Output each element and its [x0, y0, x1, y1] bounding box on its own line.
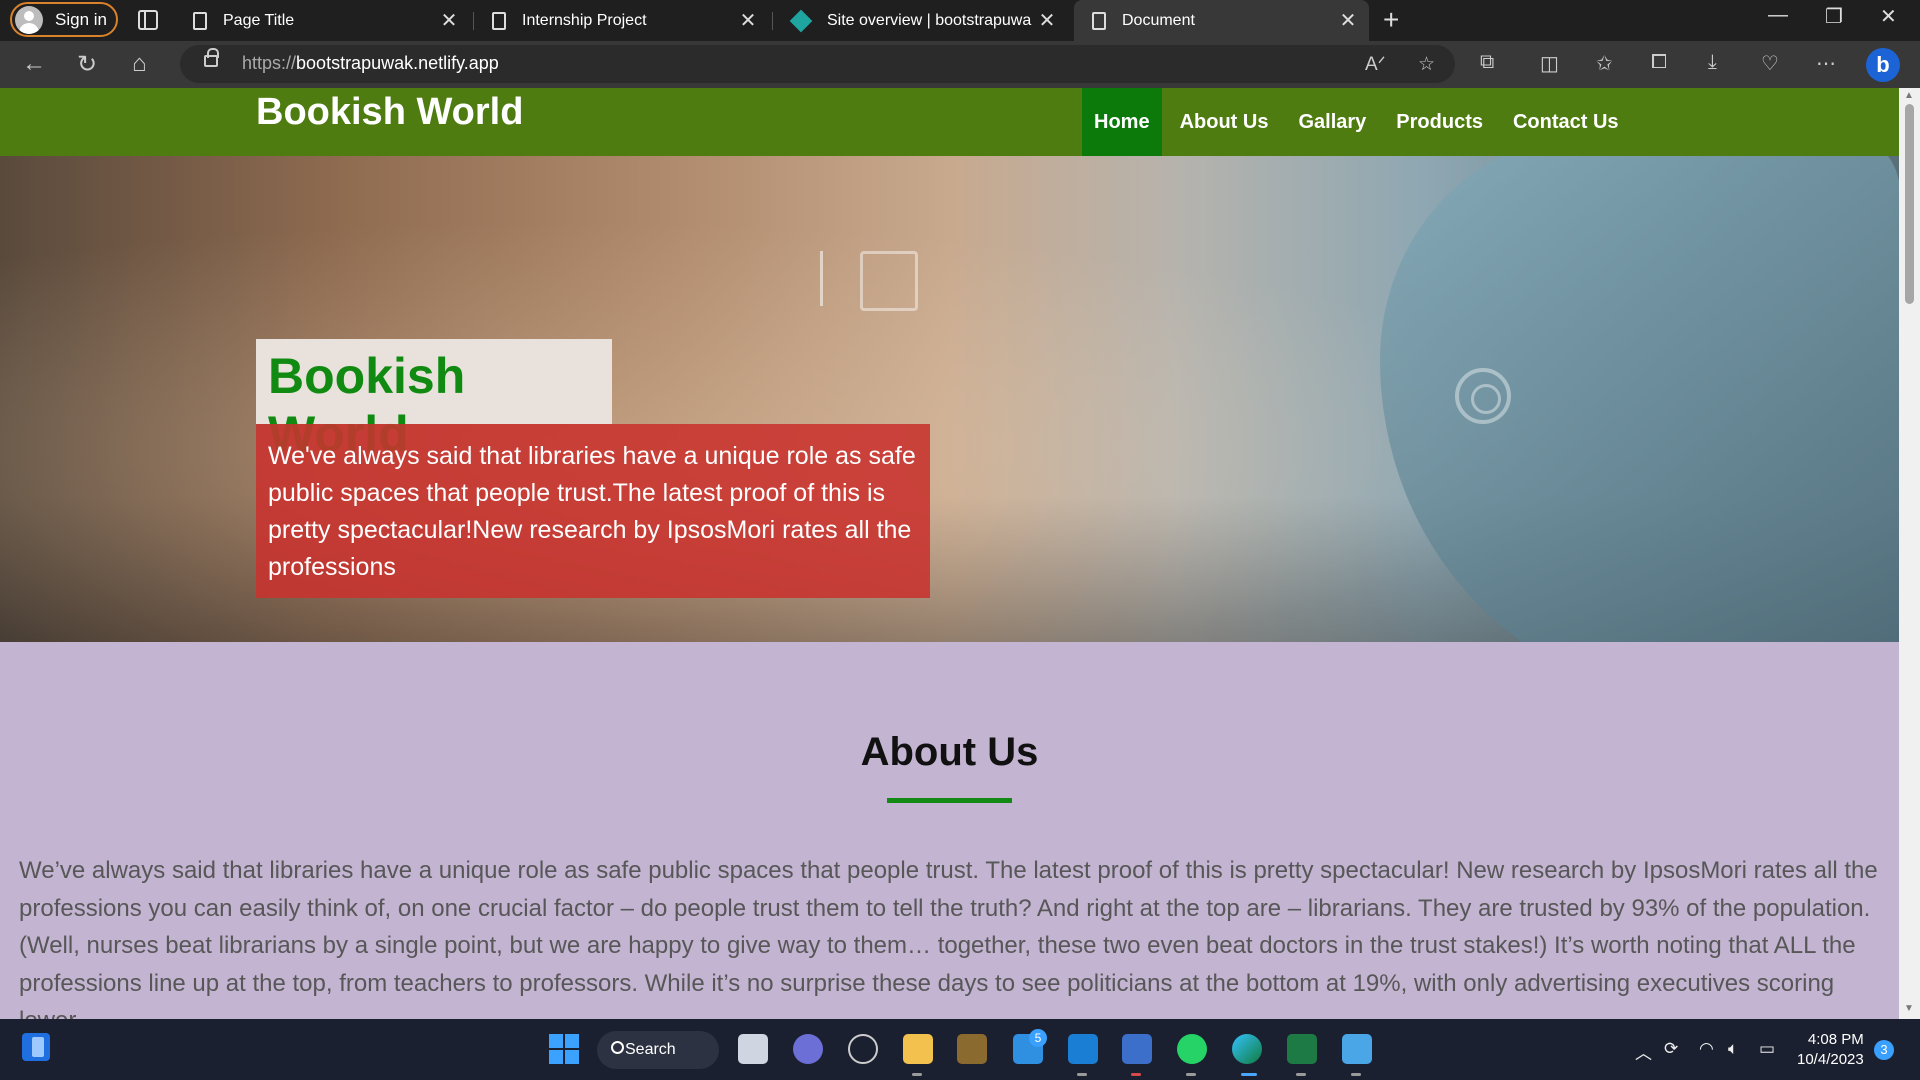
close-window-icon[interactable]: ✕: [1880, 4, 1897, 29]
photos-icon[interactable]: [1342, 1034, 1372, 1064]
search-label: Search: [625, 1041, 676, 1058]
tab-title: Internship Project: [522, 11, 647, 29]
nav-products[interactable]: Products: [1384, 88, 1495, 156]
read-aloud-icon[interactable]: Aᐟ: [1365, 53, 1386, 76]
battery-icon[interactable]: ▭: [1759, 1039, 1775, 1059]
page-scrollbar[interactable]: ▲ ▼: [1899, 88, 1920, 1019]
tab-title: Page Title: [223, 11, 295, 29]
extensions-icon[interactable]: ⧉: [1480, 51, 1494, 74]
close-tab-icon[interactable]: ✕: [1032, 8, 1062, 33]
split-screen-icon[interactable]: ◫: [1540, 51, 1559, 76]
mail-badge: 5: [1029, 1029, 1047, 1047]
tab-document[interactable]: Document ✕: [1074, 0, 1369, 41]
page-icon: [492, 11, 506, 30]
excel-icon[interactable]: [1287, 1034, 1317, 1064]
presenter-figure-graphic: [820, 251, 838, 306]
edge-icon[interactable]: [1232, 1034, 1262, 1064]
tab-actions-icon[interactable]: [138, 10, 158, 30]
tab-site-overview[interactable]: Site overview | bootstrapuwak | N ✕: [773, 0, 1068, 41]
target-graphic: [1455, 368, 1511, 424]
file-explorer-icon[interactable]: [903, 1034, 933, 1064]
tab-page-title[interactable]: Page Title ✕: [175, 0, 470, 41]
site-menu: Home About Us Gallary Products Contact U…: [1082, 88, 1637, 156]
clock-date: 10/4/2023: [1797, 1051, 1864, 1068]
close-tab-icon[interactable]: ✕: [434, 8, 464, 33]
bing-copilot-icon[interactable]: b: [1866, 48, 1900, 82]
restore-icon[interactable]: ❐: [1825, 4, 1843, 29]
lock-icon[interactable]: [204, 48, 219, 67]
widgets-icon[interactable]: [22, 1033, 50, 1061]
tab-internship-project[interactable]: Internship Project ✕: [474, 0, 769, 41]
minimize-icon[interactable]: —: [1768, 4, 1788, 27]
dell-icon[interactable]: [848, 1034, 878, 1064]
scroll-down-icon[interactable]: ▼: [1904, 1003, 1914, 1014]
taskbar-clock[interactable]: 4:08 PM 10/4/2023: [1797, 1030, 1864, 1070]
vscode-icon[interactable]: [1068, 1034, 1098, 1064]
profile-avatar-icon: [15, 5, 43, 34]
close-tab-icon[interactable]: ✕: [1333, 8, 1363, 33]
sync-icon[interactable]: ⟳: [1664, 1039, 1678, 1059]
media-app-icon[interactable]: [1122, 1034, 1152, 1064]
scroll-thumb[interactable]: [1905, 104, 1914, 304]
sign-in-button[interactable]: Sign in: [10, 2, 118, 37]
collections-icon[interactable]: ⧠: [1651, 51, 1667, 74]
about-section: About Us We’ve always said that librarie…: [0, 642, 1899, 1019]
heading-underline: [887, 798, 1012, 803]
about-heading: About Us: [860, 730, 1039, 774]
wifi-icon[interactable]: ◠: [1699, 1039, 1714, 1059]
tab-title: Document: [1122, 11, 1195, 29]
teams-chat-icon[interactable]: [793, 1034, 823, 1064]
taskbar-search[interactable]: Search: [597, 1031, 719, 1069]
dosbox-icon[interactable]: [957, 1034, 987, 1064]
nav-contact-us[interactable]: Contact Us: [1501, 88, 1631, 156]
page-icon: [193, 11, 207, 30]
whatsapp-icon[interactable]: [1177, 1034, 1207, 1064]
clock-time: 4:08 PM: [1807, 1031, 1864, 1048]
more-options-icon[interactable]: ⋯: [1816, 51, 1836, 76]
nav-about-us[interactable]: About Us: [1168, 88, 1281, 156]
home-icon[interactable]: ⌂: [132, 50, 147, 78]
downloads-icon[interactable]: ⤓: [1708, 51, 1717, 74]
chart-board-graphic: [860, 251, 918, 311]
nav-home[interactable]: Home: [1082, 88, 1162, 156]
favorite-star-icon[interactable]: ☆: [1418, 53, 1435, 76]
windows-start-icon[interactable]: [549, 1034, 579, 1064]
url-text[interactable]: https://bootstrapuwak.netlify.app: [242, 53, 499, 74]
netlify-icon: [789, 9, 813, 32]
volume-icon[interactable]: 🔈︎: [1728, 1039, 1738, 1059]
sign-in-label: Sign in: [55, 9, 107, 29]
back-icon[interactable]: ←: [22, 50, 46, 78]
page-viewport: Bookish World Home About Us Gallary Prod…: [0, 88, 1899, 1019]
scroll-up-icon[interactable]: ▲: [1904, 90, 1914, 101]
site-navbar: Bookish World Home About Us Gallary Prod…: [0, 88, 1899, 156]
notification-badge[interactable]: 3: [1874, 1040, 1894, 1060]
hero-text: We've always said that libraries have a …: [256, 424, 930, 598]
favorites-icon[interactable]: ✩: [1596, 51, 1613, 76]
refresh-icon[interactable]: ↻: [77, 50, 97, 79]
new-tab-button[interactable]: +: [1383, 4, 1399, 36]
tab-bar: Sign in Page Title ✕ Internship Project …: [0, 0, 1920, 41]
address-toolbar: ← ↻ ⌂ https://bootstrapuwak.netlify.app …: [0, 41, 1920, 88]
search-icon: [611, 1041, 624, 1054]
close-tab-icon[interactable]: ✕: [733, 8, 763, 33]
nav-gallary[interactable]: Gallary: [1286, 88, 1378, 156]
windows-taskbar: Search 5 ︿ ⟳ ◠ 🔈︎ ▭ 4:08 PM 10/4/2023 3: [0, 1019, 1920, 1080]
address-bar[interactable]: https://bootstrapuwak.netlify.app Aᐟ ☆: [180, 45, 1455, 83]
show-hidden-icons-icon[interactable]: ︿: [1635, 1039, 1652, 1064]
task-view-icon[interactable]: [738, 1034, 768, 1064]
site-brand[interactable]: Bookish World: [256, 91, 523, 134]
browser-essentials-icon[interactable]: ♡: [1761, 51, 1779, 76]
page-icon: [1092, 11, 1106, 30]
about-body: We’ve always said that libraries have a …: [19, 857, 1878, 1019]
hero-title: Bookish World: [256, 339, 612, 462]
tab-title: Site overview | bootstrapuwak | N: [827, 11, 1032, 29]
